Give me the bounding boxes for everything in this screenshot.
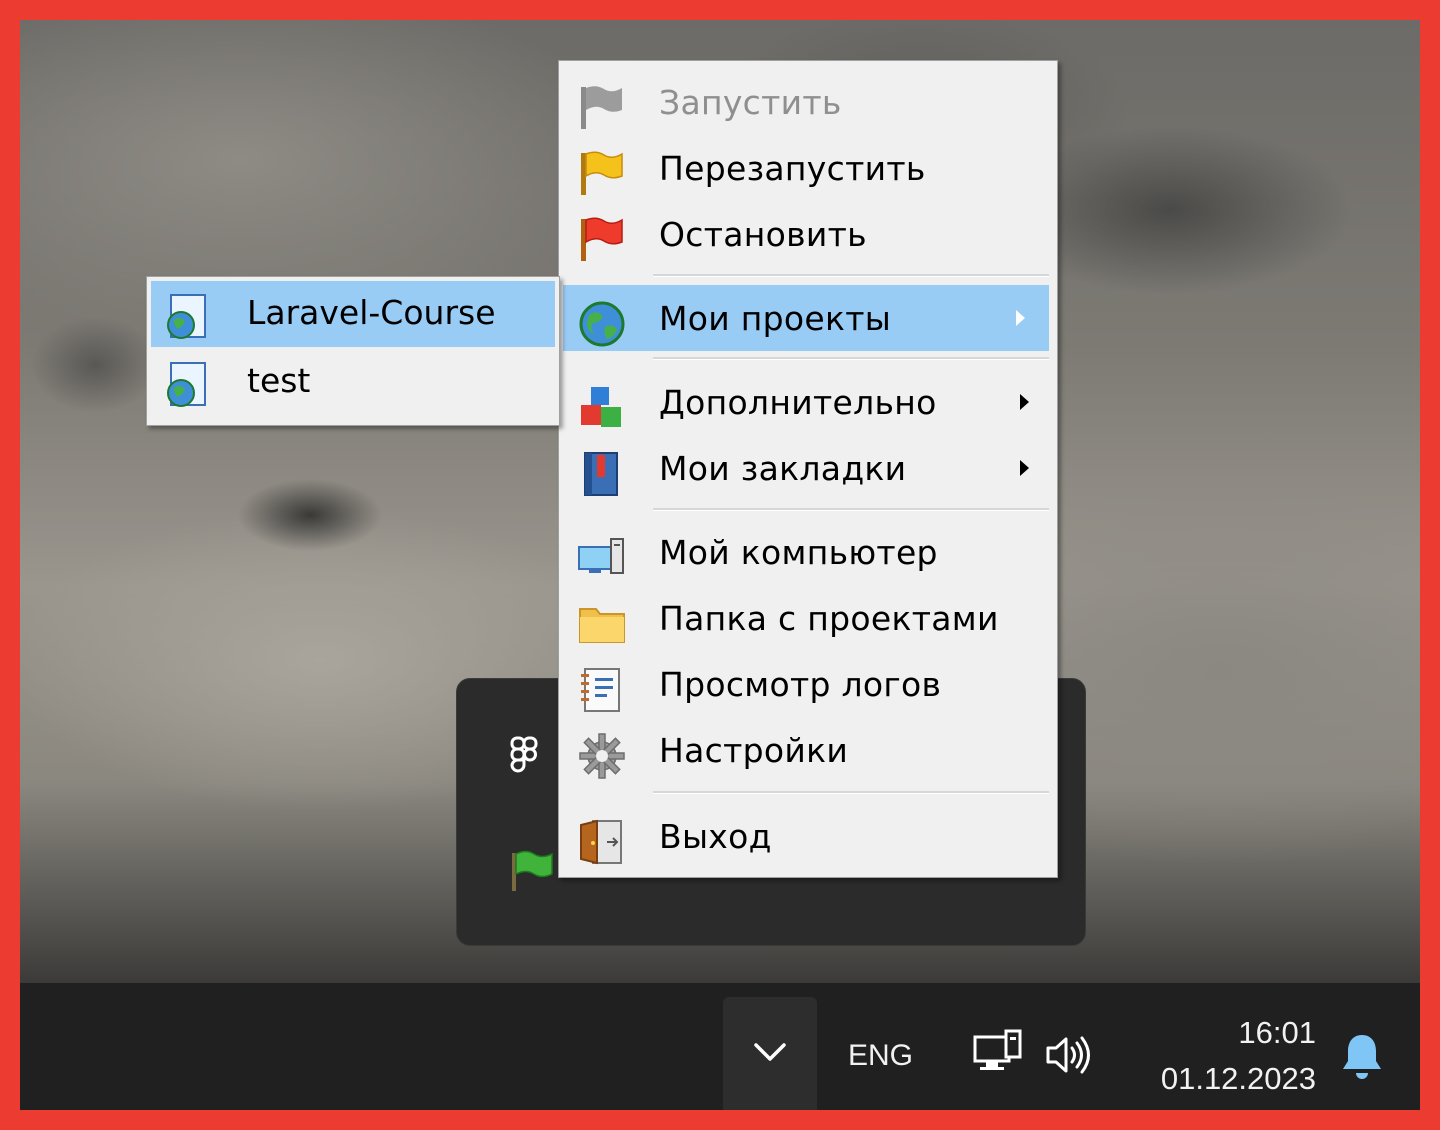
- desktop: Запустить Перезапустить Остановить Мои п…: [20, 20, 1420, 1110]
- exit-door-icon: [577, 817, 627, 867]
- menu-separator: [653, 791, 1049, 794]
- menu-item-view-logs[interactable]: Просмотр логов: [563, 651, 1053, 717]
- log-notebook-icon: [577, 665, 627, 715]
- menu-item-stop[interactable]: Остановить: [563, 201, 1053, 267]
- figma-tray-icon[interactable]: [509, 735, 539, 779]
- tray-context-menu: Запустить Перезапустить Остановить Мои п…: [558, 60, 1058, 878]
- menu-item-label: Остановить: [659, 214, 867, 254]
- submenu-arrow-icon: [1016, 310, 1025, 326]
- project-item-laravel-course[interactable]: Laravel-Course: [151, 281, 555, 347]
- taskbar: ENG 16:01 01.12.2023: [20, 982, 1420, 1110]
- menu-item-label: Настройки: [659, 730, 849, 770]
- gray-flag-icon: [577, 83, 627, 133]
- menu-item-label: Выход: [659, 816, 772, 856]
- computer-icon: [577, 533, 627, 583]
- project-item-label: test: [247, 361, 311, 400]
- show-hidden-icons-button[interactable]: [723, 997, 817, 1110]
- clock-time[interactable]: 16:01: [1238, 1015, 1316, 1051]
- menu-item-label: Мои закладки: [659, 448, 907, 488]
- projects-submenu: Laravel-Course test: [146, 276, 560, 426]
- submenu-arrow-icon: [1020, 394, 1029, 410]
- menu-item-my-projects[interactable]: Мои проекты: [563, 285, 1049, 351]
- menu-item-label: Просмотр логов: [659, 664, 942, 704]
- yellow-flag-icon: [577, 149, 627, 199]
- menu-item-my-computer[interactable]: Мой компьютер: [563, 519, 1053, 585]
- red-flag-icon: [577, 215, 627, 265]
- project-item-label: Laravel-Course: [247, 293, 496, 332]
- menu-item-restart[interactable]: Перезапустить: [563, 135, 1053, 201]
- submenu-arrow-icon: [1020, 460, 1029, 476]
- menu-item-projects-folder[interactable]: Папка с проектами: [563, 585, 1053, 651]
- menu-separator: [653, 357, 1049, 360]
- volume-icon[interactable]: [1044, 1035, 1096, 1079]
- web-page-icon: [163, 293, 211, 345]
- blocks-icon: [577, 383, 627, 433]
- folder-icon: [577, 599, 627, 649]
- bookmark-book-icon: [577, 449, 627, 499]
- menu-item-label: Дополнительно: [659, 382, 937, 422]
- project-item-test[interactable]: test: [151, 349, 555, 415]
- menu-item-label: Перезапустить: [659, 148, 926, 188]
- menu-item-start[interactable]: Запустить: [563, 69, 1053, 135]
- server-flag-tray-icon[interactable]: [509, 847, 555, 897]
- web-page-icon: [163, 361, 211, 413]
- menu-item-label: Мои проекты: [659, 298, 892, 338]
- menu-separator: [653, 274, 1049, 277]
- menu-item-label: Мой компьютер: [659, 532, 938, 572]
- menu-item-settings[interactable]: Настройки: [563, 717, 1053, 783]
- menu-item-bookmarks[interactable]: Мои закладки: [563, 435, 1053, 501]
- gear-icon: [577, 731, 627, 781]
- menu-item-exit[interactable]: Выход: [563, 803, 1053, 869]
- menu-separator: [653, 508, 1049, 511]
- globe-icon: [577, 299, 627, 349]
- notification-bell-icon[interactable]: [1340, 1031, 1384, 1085]
- clock-date[interactable]: 01.12.2023: [1161, 1061, 1316, 1097]
- chevron-down-icon: [752, 1041, 788, 1067]
- menu-item-additional[interactable]: Дополнительно: [563, 369, 1053, 435]
- menu-item-label: Папка с проектами: [659, 598, 999, 638]
- menu-item-label: Запустить: [659, 82, 842, 122]
- network-icon[interactable]: [972, 1029, 1024, 1083]
- language-indicator[interactable]: ENG: [848, 1039, 913, 1073]
